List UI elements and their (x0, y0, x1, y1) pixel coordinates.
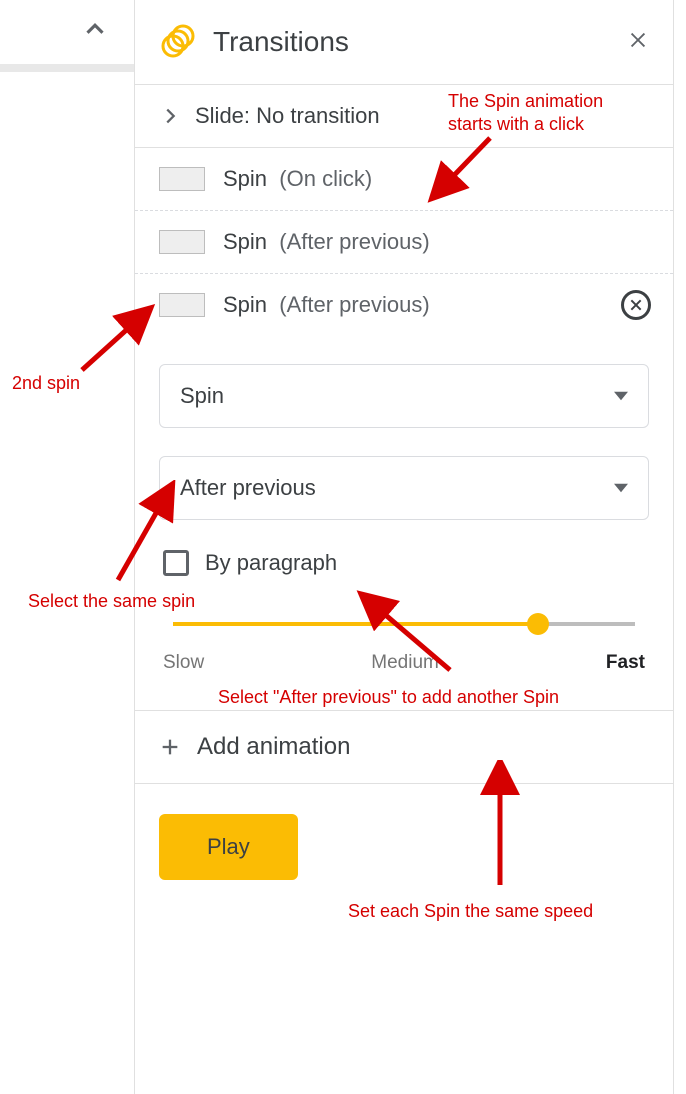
animation-start-select[interactable]: After previous (159, 456, 649, 520)
object-thumbnail (159, 293, 205, 317)
speed-slow-label: Slow (163, 652, 204, 674)
animation-row-2[interactable]: Spin (After previous) (135, 211, 673, 274)
animation-detail-section: Spin After previous By paragraph Slow Me… (135, 336, 673, 710)
speed-labels: Slow Medium Fast (159, 634, 649, 698)
slide-transition-label: Slide: No transition (195, 103, 380, 129)
chevron-down-icon (614, 481, 628, 495)
by-paragraph-label: By paragraph (205, 550, 337, 576)
animation-label: Spin (After previous) (223, 292, 430, 318)
by-paragraph-row: By paragraph (159, 548, 649, 604)
slide-transition-row[interactable]: Slide: No transition (135, 85, 673, 148)
animation-row-1[interactable]: Spin (On click) (135, 148, 673, 211)
chevron-down-icon (614, 389, 628, 403)
panel-header: Transitions (135, 0, 673, 85)
by-paragraph-checkbox[interactable] (163, 550, 189, 576)
panel-title: Transitions (213, 26, 609, 58)
speed-fast-label: Fast (606, 652, 645, 674)
play-button[interactable]: Play (159, 814, 298, 880)
remove-animation-button[interactable] (621, 290, 651, 320)
add-animation-label: Add animation (197, 733, 350, 761)
transitions-panel: Transitions Slide: No transition Spin (O… (134, 0, 674, 1094)
collapse-caret-icon[interactable] (80, 14, 110, 51)
animation-type-select[interactable]: Spin (159, 364, 649, 428)
animation-label: Spin (After previous) (223, 229, 430, 255)
speed-slider[interactable] (159, 604, 649, 634)
object-thumbnail (159, 167, 205, 191)
add-animation-button[interactable]: Add animation (135, 710, 673, 784)
chevron-right-icon (159, 105, 181, 127)
slider-thumb[interactable] (527, 613, 549, 635)
animation-label: Spin (On click) (223, 166, 372, 192)
transitions-icon (159, 24, 195, 60)
animation-row-3[interactable]: Spin (After previous) (135, 274, 673, 336)
close-button[interactable] (627, 29, 649, 56)
speed-medium-label: Medium (371, 652, 439, 674)
object-thumbnail (159, 230, 205, 254)
plus-icon (159, 736, 181, 758)
